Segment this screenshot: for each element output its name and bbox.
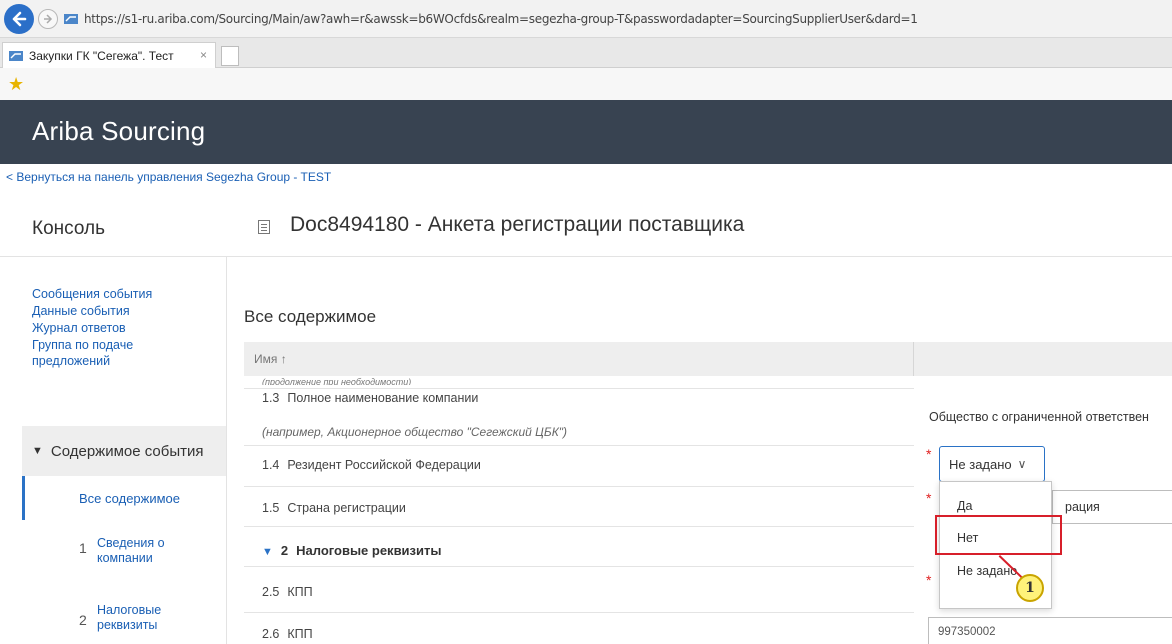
highlight-annotation (935, 515, 1062, 555)
sidebar-item-tax-details[interactable]: 2 Налоговые реквизиты (22, 586, 227, 642)
triangle-down-icon: ▼ (32, 445, 43, 457)
sidebar-section-event-content[interactable]: ▼ Содержимое события (22, 426, 227, 476)
row-divider (244, 445, 914, 446)
address-bar: https://s1-ru.ariba.com/Sourcing/Main/aw… (0, 0, 1172, 38)
forward-button[interactable] (38, 9, 58, 29)
question-1-3-hint: (например, Акционерное общество "Сегежск… (262, 425, 568, 439)
new-tab-button[interactable] (221, 46, 239, 66)
table-header: Имя ↑ (244, 342, 1172, 376)
required-asterisk-icon: * (926, 490, 932, 506)
page-title: Doc8494180 - Анкета регистрации поставщи… (290, 213, 745, 236)
triangle-down-icon: ▼ (262, 546, 273, 558)
column-divider (913, 342, 914, 376)
question-1-5: 1.5 Страна регистрации (262, 501, 406, 515)
cut-off-row-text: (продолжение при необходимости) (262, 377, 412, 385)
sidebar-title: Консоль (32, 218, 105, 239)
required-asterisk-icon: * (926, 572, 932, 588)
arrow-left-icon (12, 11, 27, 27)
favorites-star-icon[interactable]: ★ (8, 74, 24, 95)
chevron-down-icon: ∨ (1017, 457, 1027, 471)
site-favicon-icon (64, 14, 78, 24)
sidebar-link-response-log[interactable]: Журнал ответов (32, 320, 212, 336)
country-value: рация (1065, 500, 1100, 514)
tab-title: Закупки ГК "Сегежа". Тест (29, 48, 174, 63)
required-asterisk-icon: * (926, 446, 932, 462)
tab-active[interactable]: Закупки ГК "Сегежа". Тест × (2, 42, 216, 68)
question-2-6: 2.6 КПП (262, 627, 313, 641)
app-title: Ariba Sourcing (32, 116, 206, 146)
kpp-value: 997350002 (938, 626, 996, 638)
resident-select-value: Не задано (949, 456, 1012, 472)
url-field[interactable]: https://s1-ru.ariba.com/Sourcing/Main/aw… (84, 12, 918, 26)
row-divider (244, 566, 914, 567)
row-divider (244, 612, 914, 613)
sidebar-item-all-content[interactable]: Все содержимое (22, 476, 227, 520)
tab-bar: Закупки ГК "Сегежа". Тест × (0, 38, 1172, 68)
column-header-name[interactable]: Имя ↑ (254, 352, 287, 366)
section-2-header[interactable]: ▼ 2 Налоговые реквизиты (262, 543, 441, 558)
section-title: Все содержимое (244, 307, 377, 326)
sidebar-link-event-data[interactable]: Данные события (32, 303, 212, 319)
sidebar-link-bid-group[interactable]: Группа по подаче предложений (32, 337, 182, 369)
arrow-right-icon (44, 14, 53, 24)
tab-favicon-icon (9, 50, 23, 61)
back-button[interactable] (4, 4, 34, 34)
company-name-value: Общество с ограниченной ответствен (929, 410, 1149, 424)
sidebar-link-event-messages[interactable]: Сообщения события (32, 286, 212, 302)
favorites-bar: ★ (0, 68, 1172, 100)
dropdown-option-yes[interactable]: Да (957, 499, 972, 513)
row-divider (244, 388, 914, 389)
question-1-4: 1.4 Резидент Российской Федерации (262, 458, 481, 472)
sidebar-section-label: Содержимое события (50, 442, 204, 460)
sidebar-item-label: Все содержимое (79, 491, 181, 506)
sidebar-links: Сообщения события Данные события Журнал … (32, 286, 212, 369)
question-1-3: 1.3 Полное наименование компании (262, 391, 479, 405)
sidebar-divider (226, 256, 227, 644)
sidebar-item-num: 2 (79, 612, 87, 628)
row-divider (244, 526, 914, 527)
document-icon (258, 220, 270, 234)
back-to-dashboard-link[interactable]: < Вернуться на панель управления Segezha… (6, 170, 331, 184)
callout-badge: 1 (1016, 574, 1044, 602)
sidebar-item-label: Налоговые реквизиты (97, 603, 162, 632)
question-2-5: 2.5 КПП (262, 585, 313, 599)
app-header: Ariba Sourcing (0, 100, 1172, 164)
header-divider (0, 256, 1172, 257)
tab-close-icon[interactable]: × (200, 48, 207, 62)
resident-select[interactable]: Не задано ∨ (939, 446, 1045, 482)
sidebar-item-num: 1 (79, 540, 87, 556)
sidebar-item-label: Сведения о компании (97, 536, 165, 565)
row-divider (244, 486, 914, 487)
sidebar-item-company-info[interactable]: 1 Сведения о компании (22, 520, 227, 576)
